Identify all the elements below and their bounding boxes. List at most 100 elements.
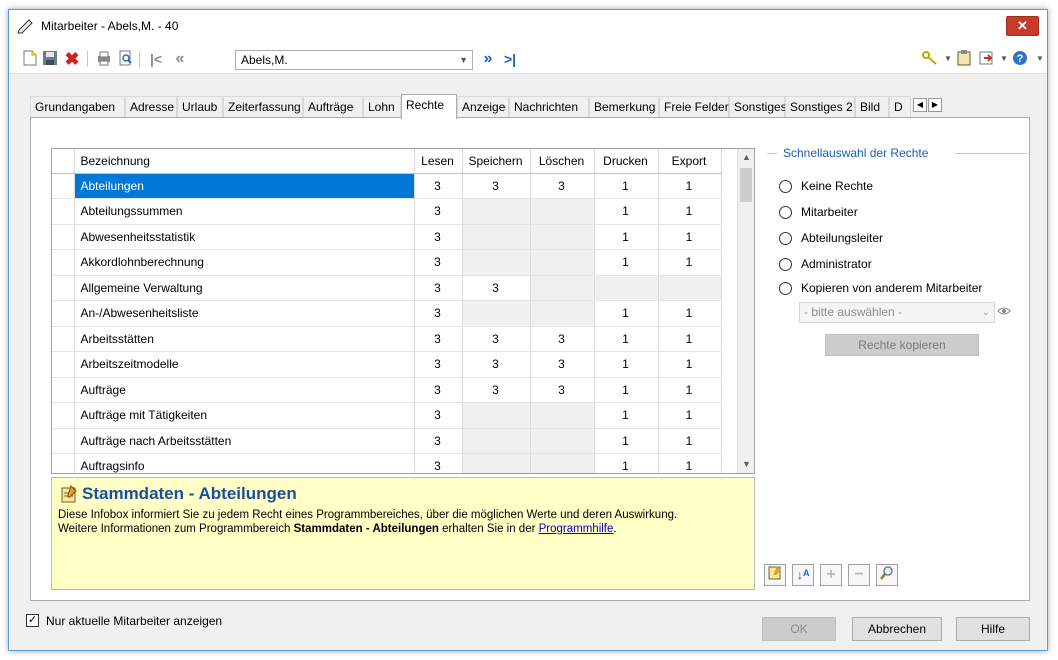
cell-lesen[interactable]: 3 bbox=[414, 275, 463, 301]
cell-export[interactable]: 1 bbox=[658, 402, 722, 429]
cell-speichern[interactable] bbox=[462, 428, 531, 454]
cell-export[interactable]: 1 bbox=[658, 198, 722, 225]
tab-aufträge[interactable]: Aufträge bbox=[303, 96, 363, 118]
row-marker[interactable] bbox=[52, 198, 75, 225]
cell-speichern[interactable] bbox=[462, 453, 531, 473]
cell-lesen[interactable]: 3 bbox=[414, 428, 463, 454]
radio-circle[interactable] bbox=[779, 282, 792, 295]
row-marker[interactable] bbox=[52, 377, 75, 403]
close-button[interactable]: ✕ bbox=[1006, 16, 1039, 36]
cell-loeschen[interactable]: 3 bbox=[530, 326, 595, 352]
cell-bezeichnung[interactable]: An-/Abwesenheitsliste bbox=[74, 300, 415, 327]
cell-export[interactable]: 1 bbox=[658, 351, 722, 378]
save-icon[interactable] bbox=[41, 50, 59, 68]
column-header-drucken[interactable]: Drucken bbox=[594, 149, 659, 174]
cell-lesen[interactable]: 3 bbox=[414, 453, 463, 473]
cell-lesen[interactable]: 3 bbox=[414, 249, 463, 276]
delete-icon[interactable]: ✖ bbox=[63, 50, 81, 68]
cell-loeschen[interactable] bbox=[530, 275, 595, 301]
help-dropdown-icon[interactable]: ▼ bbox=[1031, 50, 1049, 68]
tab-freie-felder[interactable]: Freie Felder bbox=[659, 96, 729, 118]
cell-bezeichnung[interactable]: Akkordlohnberechnung bbox=[74, 249, 415, 276]
row-marker[interactable] bbox=[52, 326, 75, 352]
scroll-up-icon[interactable]: ▲ bbox=[738, 149, 754, 166]
remove-icon[interactable]: − bbox=[848, 564, 870, 586]
table-row[interactable]: Auftragsinfo 3 1 1 bbox=[52, 453, 722, 473]
tab-scroll-right-icon[interactable]: ▶ bbox=[928, 98, 942, 112]
cell-speichern[interactable] bbox=[462, 300, 531, 327]
cancel-button[interactable]: Abbrechen bbox=[852, 617, 942, 641]
column-header-export[interactable]: Export bbox=[658, 149, 722, 174]
cell-loeschen[interactable] bbox=[530, 198, 595, 225]
table-row[interactable]: Aufträge 3 3 3 1 1 bbox=[52, 377, 722, 403]
cell-drucken[interactable]: 1 bbox=[594, 224, 659, 250]
cell-drucken[interactable]: 1 bbox=[594, 351, 659, 378]
cell-loeschen[interactable] bbox=[530, 453, 595, 473]
column-header-lesen[interactable]: Lesen bbox=[414, 149, 463, 174]
cell-bezeichnung[interactable]: Auftragsinfo bbox=[74, 453, 415, 473]
tab-scroll-left-icon[interactable]: ◀ bbox=[913, 98, 927, 112]
table-row[interactable]: An-/Abwesenheitsliste 3 1 1 bbox=[52, 300, 722, 327]
column-header-bezeichnung[interactable]: Bezeichnung bbox=[74, 149, 415, 174]
radio-circle[interactable] bbox=[779, 232, 792, 245]
row-marker[interactable] bbox=[52, 351, 75, 378]
cell-drucken[interactable]: 1 bbox=[594, 428, 659, 454]
tab-sonstiges[interactable]: Sonstiges bbox=[729, 96, 787, 118]
row-marker[interactable] bbox=[52, 428, 75, 454]
tab-zeiterfassung[interactable]: Zeiterfassung bbox=[223, 96, 303, 118]
table-row[interactable]: Allgemeine Verwaltung 3 3 bbox=[52, 275, 722, 301]
cell-bezeichnung[interactable]: Arbeitsstätten bbox=[74, 326, 415, 352]
cell-speichern[interactable]: 3 bbox=[462, 351, 531, 378]
cell-lesen[interactable]: 3 bbox=[414, 198, 463, 225]
eye-icon[interactable] bbox=[997, 305, 1011, 319]
cell-loeschen[interactable] bbox=[530, 224, 595, 250]
row-marker[interactable] bbox=[52, 453, 75, 473]
table-row[interactable]: Abteilungen 3 3 3 1 1 bbox=[52, 173, 722, 199]
employee-select[interactable]: Abels,M. ▼ bbox=[235, 50, 473, 70]
cell-bezeichnung[interactable]: Abteilungen bbox=[74, 173, 415, 199]
radio-circle[interactable] bbox=[779, 180, 792, 193]
cell-bezeichnung[interactable]: Aufträge bbox=[74, 377, 415, 403]
cell-export[interactable]: 1 bbox=[658, 428, 722, 454]
first-record-icon[interactable]: |< bbox=[147, 50, 165, 68]
cell-export[interactable]: 1 bbox=[658, 249, 722, 276]
table-row[interactable]: Abteilungssummen 3 1 1 bbox=[52, 198, 722, 225]
cell-loeschen[interactable] bbox=[530, 402, 595, 429]
cell-speichern[interactable] bbox=[462, 198, 531, 225]
cell-export[interactable]: 1 bbox=[658, 224, 722, 250]
cell-speichern[interactable]: 3 bbox=[462, 326, 531, 352]
scroll-thumb[interactable] bbox=[740, 168, 752, 202]
cell-drucken[interactable] bbox=[594, 275, 659, 301]
cell-bezeichnung[interactable]: Abteilungssummen bbox=[74, 198, 415, 225]
tab-adresse[interactable]: Adresse bbox=[125, 96, 177, 118]
cell-drucken[interactable]: 1 bbox=[594, 326, 659, 352]
help-icon[interactable]: ? bbox=[1011, 50, 1029, 68]
cell-lesen[interactable]: 3 bbox=[414, 351, 463, 378]
tab-bild[interactable]: Bild bbox=[855, 96, 889, 118]
tab-anzeige[interactable]: Anzeige bbox=[457, 96, 509, 118]
cell-bezeichnung[interactable]: Allgemeine Verwaltung bbox=[74, 275, 415, 301]
help-button[interactable]: Hilfe bbox=[956, 617, 1030, 641]
radio-circle[interactable] bbox=[779, 258, 792, 271]
copy-employee-select[interactable]: - bitte auswählen - ⌄ bbox=[799, 302, 995, 323]
clipboard-icon[interactable] bbox=[955, 50, 973, 68]
cell-drucken[interactable]: 1 bbox=[594, 173, 659, 199]
row-marker[interactable] bbox=[52, 275, 75, 301]
radio-circle[interactable] bbox=[779, 206, 792, 219]
cell-loeschen[interactable]: 3 bbox=[530, 173, 595, 199]
exit-icon[interactable] bbox=[977, 50, 995, 68]
row-marker[interactable] bbox=[52, 402, 75, 429]
cell-loeschen[interactable] bbox=[530, 428, 595, 454]
cell-lesen[interactable]: 3 bbox=[414, 300, 463, 327]
cell-lesen[interactable]: 3 bbox=[414, 402, 463, 429]
tab-sonstiges-2[interactable]: Sonstiges 2 bbox=[785, 96, 855, 118]
table-row[interactable]: Arbeitszeitmodelle 3 3 3 1 1 bbox=[52, 351, 722, 378]
cell-lesen[interactable]: 3 bbox=[414, 173, 463, 199]
table-row[interactable]: Aufträge mit Tätigkeiten 3 1 1 bbox=[52, 402, 722, 429]
cell-drucken[interactable]: 1 bbox=[594, 402, 659, 429]
cell-export[interactable]: 1 bbox=[658, 173, 722, 199]
previous-record-icon[interactable]: « bbox=[171, 50, 189, 68]
cell-speichern[interactable]: 3 bbox=[462, 173, 531, 199]
table-row[interactable]: Arbeitsstätten 3 3 3 1 1 bbox=[52, 326, 722, 352]
column-header-loeschen[interactable]: Löschen bbox=[530, 149, 595, 174]
